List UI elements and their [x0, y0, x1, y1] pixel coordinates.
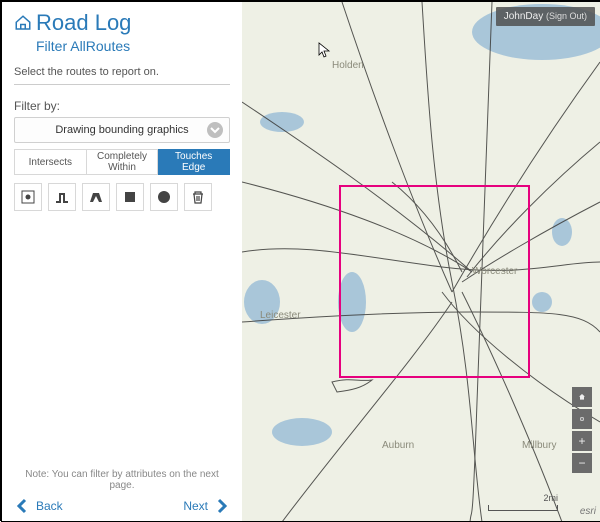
instruction-text: Select the routes to report on.	[14, 64, 230, 85]
cursor-icon	[318, 42, 332, 63]
next-label: Next	[183, 499, 208, 513]
map-view[interactable]: Holden Worcester Leicester Auburn Millbu…	[242, 2, 600, 521]
footer-note: Note: You can filter by attributes on th…	[14, 469, 230, 491]
user-bar[interactable]: JohnDay (Sign Out)	[496, 7, 595, 26]
touches-edge-button[interactable]: Touches Edge	[158, 149, 230, 175]
map-label-millbury: Millbury	[522, 440, 556, 451]
scale-bar: 2mi	[488, 493, 558, 511]
app-title: Road Log	[36, 10, 131, 36]
next-button[interactable]: Next	[183, 497, 230, 515]
zoom-in-button[interactable]: +	[572, 431, 592, 451]
back-label: Back	[36, 499, 63, 513]
map-label-leicester: Leicester	[260, 310, 301, 321]
map-label-worcester: Worcester	[472, 266, 517, 277]
sidebar: Road Log Filter AllRoutes Select the rou…	[2, 2, 242, 521]
app-subtitle: Filter AllRoutes	[36, 38, 230, 54]
chevron-down-icon	[207, 122, 223, 138]
spacer	[14, 211, 230, 469]
draw-polygon-tool[interactable]	[82, 183, 110, 211]
draw-tools	[14, 183, 230, 211]
home-icon[interactable]	[14, 14, 32, 32]
spatial-relation-group: Intersects Completely Within Touches Edg…	[14, 149, 230, 175]
sign-out-link[interactable]: (Sign Out)	[546, 11, 587, 21]
map-locate-button[interactable]	[572, 409, 592, 429]
intersects-button[interactable]: Intersects	[14, 149, 87, 175]
map-label-holden: Holden	[332, 60, 364, 71]
scale-label: 2mi	[488, 493, 558, 503]
filter-method-dropdown[interactable]: Drawing bounding graphics	[14, 117, 230, 143]
map-home-button[interactable]	[572, 387, 592, 407]
app-root: Road Log Filter AllRoutes Select the rou…	[2, 2, 600, 521]
map-label-auburn: Auburn	[382, 440, 414, 451]
draw-circle-tool[interactable]	[150, 183, 178, 211]
completely-within-button[interactable]: Completely Within	[87, 149, 159, 175]
selection-bounding-box[interactable]	[339, 185, 530, 378]
draw-point-tool[interactable]	[14, 183, 42, 211]
dropdown-value: Drawing bounding graphics	[55, 124, 188, 136]
draw-rectangle-tool[interactable]	[116, 183, 144, 211]
nav-row: Back Next	[14, 497, 230, 515]
title-row: Road Log	[14, 10, 230, 36]
map-controls: + −	[572, 387, 592, 473]
attribution: esri	[580, 506, 596, 517]
delete-graphics-tool[interactable]	[184, 183, 212, 211]
back-button[interactable]: Back	[14, 497, 63, 515]
filter-by-label: Filter by:	[14, 99, 230, 113]
username: JohnDay	[504, 11, 543, 22]
draw-polyline-tool[interactable]	[48, 183, 76, 211]
zoom-out-button[interactable]: −	[572, 453, 592, 473]
